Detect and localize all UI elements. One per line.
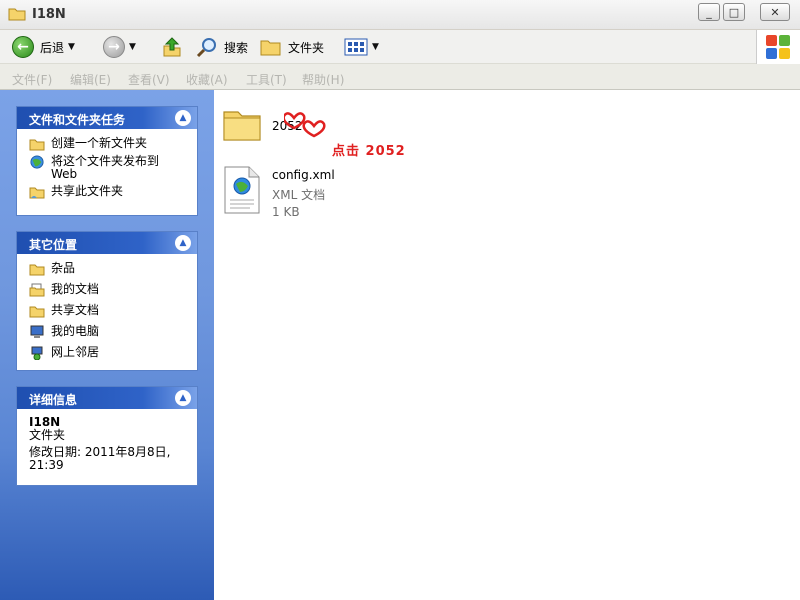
menu-file[interactable]: 文件(F) [12, 71, 52, 88]
collapse-icon[interactable]: ▲ [175, 110, 191, 126]
chevron-down-icon[interactable]: ▼ [372, 42, 379, 52]
folder-icon [29, 306, 45, 318]
share-folder-icon [29, 187, 45, 199]
file-tasks-panel: 文件和文件夹任务 ▲ 创建一个新文件夹 将这个文件夹发布到 Web 共享此文件夹 [16, 106, 198, 216]
place-shared-documents[interactable]: 共享文档 [29, 304, 197, 318]
folder-icon [8, 8, 26, 21]
heart-decoration-icon [284, 112, 326, 138]
back-arrow-icon: ← [12, 36, 34, 58]
details-header[interactable]: 详细信息 ▲ [17, 387, 197, 409]
xml-file-item[interactable]: config.xml XML 文档 1 KB [222, 166, 372, 222]
other-places-panel: 其它位置 ▲ 杂品 我的文档 共享文档 我的电脑 网上邻居 [16, 231, 198, 371]
toolbar: ← 后退 ▼ → ▼ 搜索 文件夹 ▼ [0, 30, 756, 64]
up-button[interactable] [162, 35, 182, 59]
back-button[interactable]: ← 后退 ▼ [12, 35, 75, 59]
search-button[interactable]: 搜索 [196, 35, 248, 59]
menu-tools[interactable]: 工具(T) [246, 71, 287, 88]
menu-help[interactable]: 帮助(H) [302, 71, 344, 88]
details-type: 文件夹 [29, 428, 66, 442]
folder-icon [29, 264, 45, 276]
task-pane: 文件和文件夹任务 ▲ 创建一个新文件夹 将这个文件夹发布到 Web 共享此文件夹 [0, 90, 214, 600]
publish-web-icon [30, 155, 44, 169]
windows-logo [756, 30, 800, 64]
menu-view[interactable]: 查看(V) [128, 71, 170, 88]
forward-button[interactable]: → ▼ [103, 35, 136, 59]
chevron-down-icon[interactable]: ▼ [129, 42, 136, 52]
search-icon [196, 38, 216, 58]
xml-document-icon [224, 166, 260, 214]
folders-button[interactable]: 文件夹 [260, 35, 324, 59]
xml-file-size: 1 KB [272, 205, 300, 219]
other-places-header[interactable]: 其它位置 ▲ [17, 232, 197, 254]
network-places-icon [31, 346, 43, 360]
file-tasks-header[interactable]: 文件和文件夹任务 ▲ [17, 107, 197, 129]
task-publish-web[interactable]: 将这个文件夹发布到 Web [29, 155, 197, 181]
up-folder-icon [163, 37, 181, 57]
place-misc[interactable]: 杂品 [29, 262, 197, 276]
collapse-icon[interactable]: ▲ [175, 390, 191, 406]
details-panel: 详细信息 ▲ I18N 文件夹 修改日期: 2011年8月8日, 21:39 [16, 386, 198, 486]
file-list: 2052 点击 2052 config.xml XML 文档 1 KB [214, 90, 800, 600]
my-computer-icon [30, 325, 44, 338]
title-bar: I18N _ □ ✕ [0, 0, 800, 30]
task-share-folder[interactable]: 共享此文件夹 [29, 185, 197, 199]
window-title: I18N [32, 7, 66, 22]
my-documents-icon [29, 283, 45, 297]
forward-arrow-icon: → [103, 36, 125, 58]
minimize-button[interactable]: _ [698, 3, 720, 21]
place-network[interactable]: 网上邻居 [29, 346, 197, 360]
collapse-icon[interactable]: ▲ [175, 235, 191, 251]
folders-icon [260, 40, 281, 56]
details-modified-time: 21:39 [29, 458, 64, 472]
menu-edit[interactable]: 编辑(E) [70, 71, 111, 88]
xml-file-name: config.xml [272, 168, 335, 182]
task-new-folder[interactable]: 创建一个新文件夹 [29, 137, 197, 151]
menu-bar: 文件(F) 编辑(E) 查看(V) 收藏(A) 工具(T) 帮助(H) [0, 64, 800, 90]
place-my-documents[interactable]: 我的文档 [29, 283, 197, 297]
views-button[interactable]: ▼ [344, 35, 379, 59]
maximize-button[interactable]: □ [723, 3, 745, 21]
folder-icon [223, 111, 261, 141]
close-button[interactable]: ✕ [760, 3, 790, 21]
menu-favorites[interactable]: 收藏(A) [186, 71, 228, 88]
chevron-down-icon[interactable]: ▼ [68, 42, 75, 52]
xml-file-type: XML 文档 [272, 188, 326, 202]
views-icon [344, 38, 368, 56]
place-my-computer[interactable]: 我的电脑 [29, 325, 197, 339]
annotation-text: 点击 2052 [332, 144, 406, 159]
new-folder-icon [29, 139, 45, 151]
